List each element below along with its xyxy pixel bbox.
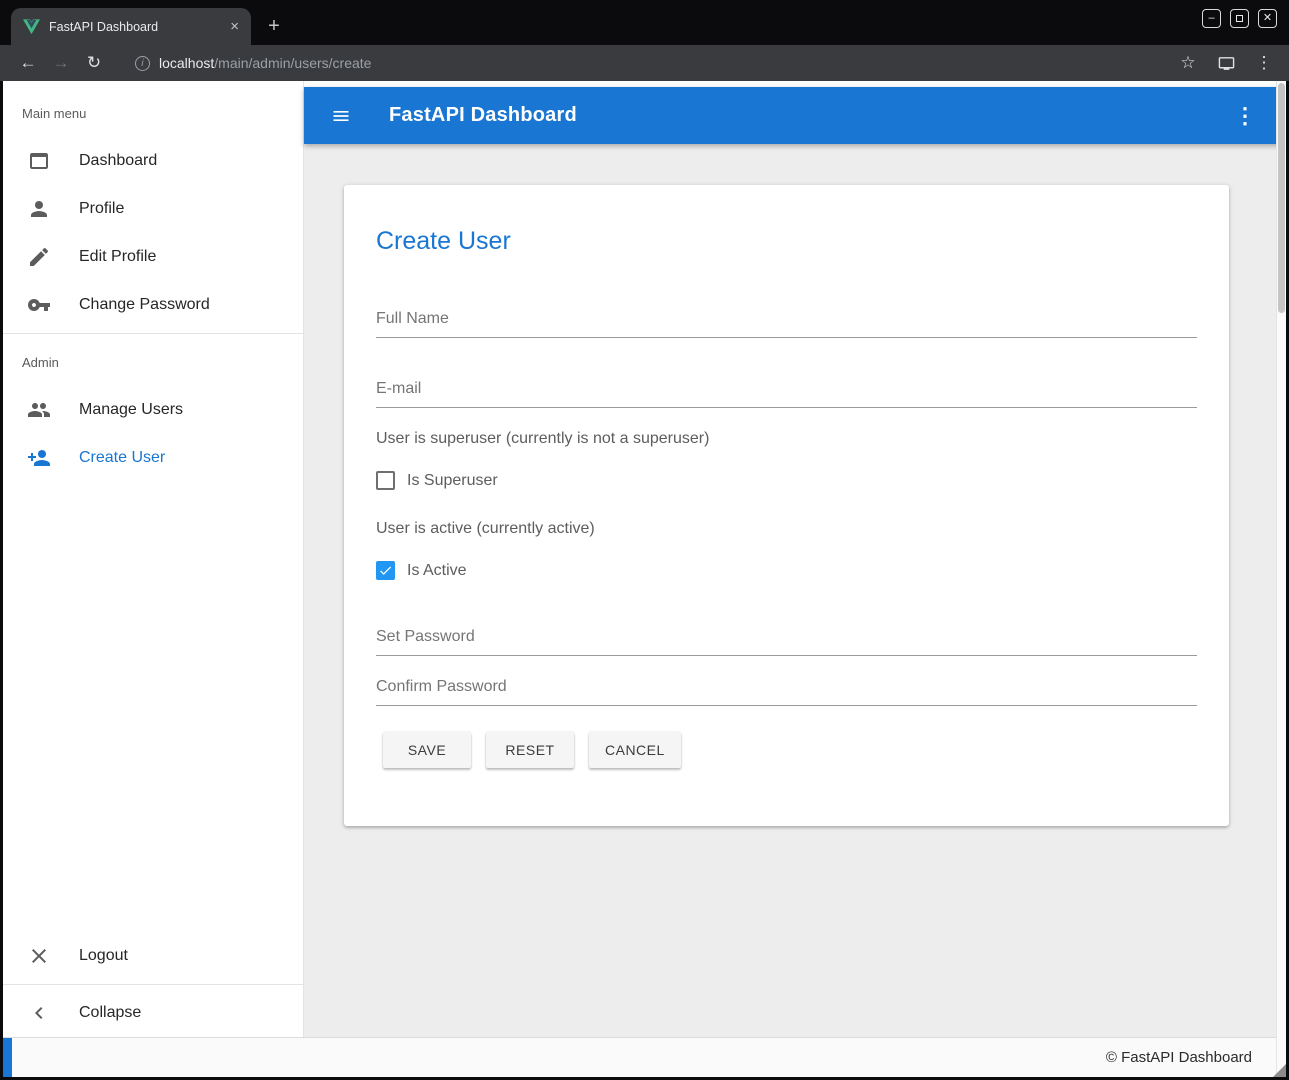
browser-window: FastAPI Dashboard × + – ✕ ← → ↻ i localh… [0, 0, 1289, 1080]
footer-accent-bar [3, 1038, 12, 1077]
window-close-button[interactable]: ✕ [1258, 9, 1277, 28]
set-password-field [376, 628, 1197, 656]
people-icon [27, 398, 51, 422]
scrollbar-track[interactable] [1276, 81, 1286, 1077]
is-active-checkbox[interactable] [376, 561, 395, 580]
app-root: Main menu Dashboard Profile Edit Profile… [3, 81, 1286, 1077]
browser-tab[interactable]: FastAPI Dashboard × [11, 8, 251, 45]
sidebar-section-admin: Admin [3, 338, 303, 386]
window-maximize-button[interactable] [1230, 9, 1249, 28]
minimize-icon: – [1208, 13, 1214, 24]
copyright-text: © FastAPI Dashboard [1106, 1049, 1252, 1066]
menu-icon [331, 106, 351, 126]
person-add-icon [27, 446, 51, 470]
full-name-input[interactable] [376, 310, 1197, 338]
new-tab-button[interactable]: + [261, 13, 287, 39]
sidebar-item-label: Create User [79, 449, 165, 467]
sidebar-item-change-password[interactable]: Change Password [3, 281, 303, 329]
tab-title: FastAPI Dashboard [49, 20, 226, 34]
browser-toolbar: ← → ↻ i localhost/main/admin/users/creat… [0, 45, 1289, 81]
person-icon [27, 197, 51, 221]
sidebar-divider [3, 333, 303, 334]
superuser-hint: User is superuser (currently is not a su… [376, 430, 1197, 448]
install-app-button[interactable] [1215, 55, 1237, 72]
tab-close-icon[interactable]: × [226, 18, 243, 35]
toolbar-right-actions: ☆ ⋮ [1177, 53, 1275, 73]
sidebar-item-label: Collapse [79, 1004, 141, 1022]
full-name-field [376, 310, 1197, 338]
sidebar-item-profile[interactable]: Profile [3, 185, 303, 233]
sidebar-item-logout[interactable]: Logout [3, 932, 303, 980]
window-controls: – ✕ [1202, 9, 1277, 28]
vue-logo-icon [23, 18, 40, 35]
sidebar-item-dashboard[interactable]: Dashboard [3, 137, 303, 185]
page-title: Create User [376, 227, 1197, 256]
monitor-icon [1218, 55, 1235, 72]
forward-button[interactable]: → [47, 49, 75, 77]
site-info-icon[interactable]: i [135, 56, 150, 71]
back-button[interactable]: ← [14, 49, 42, 77]
email-input[interactable] [376, 380, 1197, 408]
pencil-icon [27, 245, 51, 269]
sidebar-item-label: Change Password [79, 296, 210, 314]
is-superuser-label: Is Superuser [407, 472, 498, 490]
check-icon [378, 563, 393, 578]
appbar-menu-button[interactable]: ⋮ [1234, 103, 1256, 129]
page-content: Create User User is superuser (currently… [304, 144, 1286, 1037]
is-superuser-checkbox-row[interactable]: Is Superuser [376, 471, 1197, 490]
url-path: /main/admin/users/create [214, 55, 371, 71]
sidebar-item-label: Manage Users [79, 401, 183, 419]
chevron-left-icon [27, 1001, 51, 1025]
url-host: localhost [159, 55, 214, 71]
window-minimize-button[interactable]: – [1202, 9, 1221, 28]
hamburger-menu-button[interactable] [330, 105, 352, 127]
address-bar[interactable]: i localhost/main/admin/users/create [135, 55, 1165, 71]
key-icon [27, 293, 51, 317]
sidebar-item-label: Dashboard [79, 152, 157, 170]
save-button[interactable]: SAVE [383, 732, 471, 768]
set-password-input[interactable] [376, 628, 1197, 656]
sidebar-item-collapse[interactable]: Collapse [3, 989, 303, 1037]
is-active-label: Is Active [407, 562, 467, 580]
is-active-checkbox-row[interactable]: Is Active [376, 561, 1197, 580]
sidebar-item-edit-profile[interactable]: Edit Profile [3, 233, 303, 281]
bookmark-star-icon[interactable]: ☆ [1177, 53, 1199, 73]
active-hint: User is active (currently active) [376, 520, 1197, 538]
sidebar-item-label: Edit Profile [79, 248, 156, 266]
app-toolbar: FastAPI Dashboard ⋮ [304, 87, 1286, 144]
main-area: FastAPI Dashboard ⋮ Create User User is … [304, 81, 1286, 1037]
app-footer: © FastAPI Dashboard [3, 1037, 1286, 1077]
maximize-icon [1236, 15, 1243, 22]
sidebar-spacer [3, 482, 303, 932]
sidebar: Main menu Dashboard Profile Edit Profile… [3, 81, 304, 1037]
confirm-password-input[interactable] [376, 678, 1197, 706]
is-superuser-checkbox[interactable] [376, 471, 395, 490]
form-actions: SAVE RESET CANCEL [383, 732, 1197, 768]
app-body: Main menu Dashboard Profile Edit Profile… [3, 81, 1286, 1037]
confirm-password-field [376, 678, 1197, 706]
window-resize-grip[interactable] [1273, 1064, 1286, 1077]
browser-tab-strip: FastAPI Dashboard × + – ✕ [0, 0, 1289, 45]
reload-button[interactable]: ↻ [80, 49, 108, 77]
scrollbar-thumb[interactable] [1278, 83, 1285, 313]
dashboard-icon [27, 149, 51, 173]
sidebar-divider [3, 984, 303, 985]
url-text: localhost/main/admin/users/create [159, 55, 371, 71]
email-field [376, 380, 1197, 408]
appbar-title: FastAPI Dashboard [389, 104, 577, 127]
create-user-card: Create User User is superuser (currently… [344, 185, 1229, 826]
sidebar-item-label: Profile [79, 200, 124, 218]
cancel-button[interactable]: CANCEL [589, 732, 681, 768]
reset-button[interactable]: RESET [486, 732, 574, 768]
sidebar-item-label: Logout [79, 947, 128, 965]
close-icon [27, 944, 51, 968]
sidebar-item-create-user[interactable]: Create User [3, 434, 303, 482]
sidebar-section-main-menu: Main menu [3, 89, 303, 137]
browser-menu-button[interactable]: ⋮ [1253, 53, 1275, 73]
sidebar-item-manage-users[interactable]: Manage Users [3, 386, 303, 434]
close-window-icon: ✕ [1263, 13, 1272, 24]
